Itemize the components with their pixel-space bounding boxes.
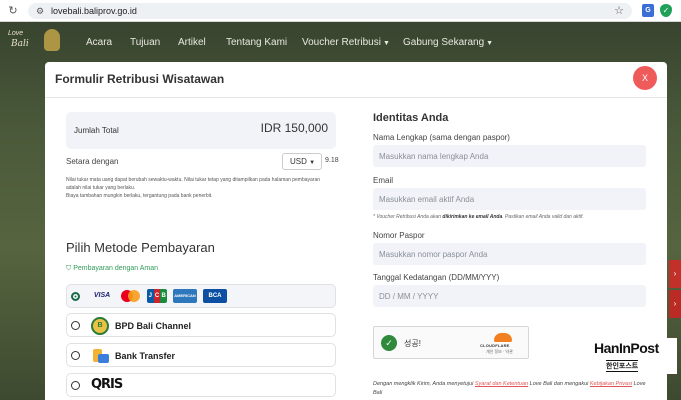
secure-payment-text: Pembayaran dengan Aman — [73, 265, 159, 272]
nav-artikel[interactable]: Artikel — [178, 37, 206, 48]
bank-transfer-label: Bank Transfer — [115, 351, 176, 361]
exchange-rate-note: Nilai tukar mata uang dapat berubah sewa… — [66, 176, 336, 200]
total-value: IDR 150,000 — [260, 121, 328, 135]
nav-tentang-kami[interactable]: Tentang Kami — [226, 37, 287, 48]
passport-label: Nomor Paspor — [373, 231, 425, 240]
payment-method-title: Pilih Metode Pembayaran — [66, 240, 215, 255]
terms-link[interactable]: Syarat dan Ketentuan — [475, 381, 528, 387]
retribution-form-modal: Formulir Retribusi Wisatawan X Jumlah To… — [45, 62, 667, 400]
arrival-date-input[interactable] — [373, 285, 646, 307]
email-note-bold: dikirimkan ke email Anda — [442, 214, 503, 220]
email-note-post: . Pastikan email Anda valid dan aktif. — [502, 214, 584, 220]
cloudflare-captcha[interactable]: ✓ 성공! CLOUDFLARE 개인 정보 · 약관 — [373, 326, 529, 359]
logo-bali-text: Bali — [11, 39, 29, 49]
radio-bpd[interactable] — [71, 321, 80, 330]
pay-option-bpd[interactable]: B BPD Bali Channel — [66, 313, 336, 337]
nav-gabung-sekarang[interactable]: Gabung Sekarang ▼ — [403, 37, 493, 48]
translate-extension-icon[interactable]: G — [642, 4, 654, 17]
currency-select[interactable]: USD ▼ — [282, 153, 322, 170]
watermark-sub: 한인포스트 — [606, 360, 639, 372]
love-bali-logo[interactable]: Love Bali — [8, 28, 66, 56]
qris-logo-icon: QRIS — [91, 377, 123, 392]
jcb-c: C — [153, 289, 161, 303]
haninpost-watermark: HanInPost 한인포스트 — [592, 338, 677, 374]
agree-pre: Dengan mengklik Kirim, Anda menyetujui — [373, 381, 475, 387]
privacy-link[interactable]: Kebijakan Privasi — [590, 381, 632, 387]
bpd-label: BPD Bali Channel — [115, 321, 192, 331]
cloudflare-brand: CLOUDFLARE — [480, 343, 510, 348]
pay-option-bank-transfer[interactable]: Bank Transfer — [66, 343, 336, 367]
agreement-text: Dengan mengklik Kirim, Anda menyetujui S… — [373, 380, 648, 398]
site-navbar: Love Bali Acara Tujuan Artikel Tentang K… — [0, 22, 681, 62]
pay-option-card[interactable]: VISA J C B AMERICAN EXPRESS BCA — [66, 284, 336, 312]
jcb-b: B — [160, 289, 168, 303]
note-line-1: Nilai tukar mata uang dapat berubah sewa… — [66, 177, 321, 183]
name-label: Nama Lengkap (sama dengan paspor) — [373, 133, 510, 142]
amex-logo-icon: AMERICAN EXPRESS — [173, 289, 197, 312]
jcb-logo-icon: J C B — [147, 289, 168, 303]
bca-logo-icon: BCA — [203, 289, 227, 303]
chevron-down-icon: ▼ — [486, 40, 494, 47]
watermark-main: HanInPost — [594, 340, 659, 356]
card-logos: VISA J C B AMERICAN EXPRESS BCA — [91, 289, 233, 312]
arrival-date-label: Tanggal Kedatangan (DD/MM/YYY) — [373, 273, 500, 282]
email-label: Email — [373, 176, 394, 185]
secure-payment-label: ⛉ Pembayaran dengan Aman — [66, 265, 158, 273]
identity-title: Identitas Anda — [373, 112, 449, 124]
modal-title: Formulir Retribusi Wisatawan — [55, 72, 225, 86]
side-tab-red-2[interactable]: › — [669, 290, 681, 318]
radio-bank-transfer[interactable] — [71, 351, 80, 360]
nav-gabung-label: Gabung Sekarang — [403, 37, 485, 48]
chevron-down-icon: ▼ — [309, 160, 316, 166]
nav-acara[interactable]: Acara — [86, 37, 112, 48]
total-amount-box: Jumlah Total IDR 150,000 — [66, 112, 336, 149]
nav-voucher-retribusi[interactable]: Voucher Retribusi ▼ — [302, 37, 390, 48]
note-line-2: adalah nilai tukar yang berlaku. — [66, 185, 136, 191]
site-settings-icon[interactable]: ⚙ — [34, 5, 46, 17]
address-bar[interactable]: ⚙ lovebali.baliprov.go.id ☆ — [28, 3, 632, 19]
shield-extension-icon[interactable]: ✓ — [660, 4, 672, 17]
note-line-3: Biaya tambahan mungkin berlaku, tergantu… — [66, 193, 213, 199]
cloudflare-logo-icon — [484, 333, 524, 343]
url-text: lovebali.baliprov.go.id — [51, 6, 137, 16]
check-icon: ✓ — [381, 335, 397, 351]
visa-logo-icon: VISA — [93, 292, 111, 299]
modal-header: Formulir Retribusi Wisatawan X — [45, 62, 667, 98]
jcb-j: J — [147, 289, 154, 303]
nav-voucher-label: Voucher Retribusi — [302, 37, 381, 48]
nav-tujuan[interactable]: Tujuan — [130, 37, 160, 48]
bookmark-star-icon[interactable]: ☆ — [614, 4, 624, 17]
province-crest-icon — [44, 29, 60, 51]
total-label: Jumlah Total — [74, 126, 119, 135]
currency-value: USD — [290, 157, 307, 166]
cloudflare-links[interactable]: 개인 정보 · 약관 — [486, 349, 513, 355]
reload-icon[interactable]: ↻ — [6, 4, 20, 18]
agree-mid: Love Bali dan mengakui — [528, 381, 590, 387]
mastercard-logo-icon — [119, 289, 141, 303]
full-name-input[interactable] — [373, 145, 646, 167]
bpd-bali-logo-icon: B — [91, 317, 109, 335]
chevron-down-icon: ▼ — [382, 40, 390, 47]
bank-transfer-icon — [91, 347, 109, 365]
radio-qris[interactable] — [71, 381, 80, 390]
captcha-status: 성공! — [404, 339, 421, 348]
passport-input[interactable] — [373, 243, 646, 265]
pay-option-qris[interactable]: QRIS — [66, 373, 336, 397]
email-input[interactable] — [373, 188, 646, 210]
close-button[interactable]: X — [633, 66, 657, 90]
radio-card[interactable] — [71, 292, 80, 301]
browser-toolbar: ↻ ⚙ lovebali.baliprov.go.id ☆ G ✓ — [0, 0, 681, 22]
equivalent-label: Setara dengan — [66, 157, 119, 166]
equivalent-value: 9.18 — [325, 157, 339, 164]
logo-love-text: Love — [8, 30, 24, 37]
shield-icon: ⛉ — [66, 265, 72, 272]
email-note-pre: * Voucher Retribusi Anda akan — [373, 214, 443, 220]
email-note: * Voucher Retribusi Anda akan dikirimkan… — [373, 214, 584, 220]
side-tab-red[interactable]: › — [669, 260, 681, 288]
